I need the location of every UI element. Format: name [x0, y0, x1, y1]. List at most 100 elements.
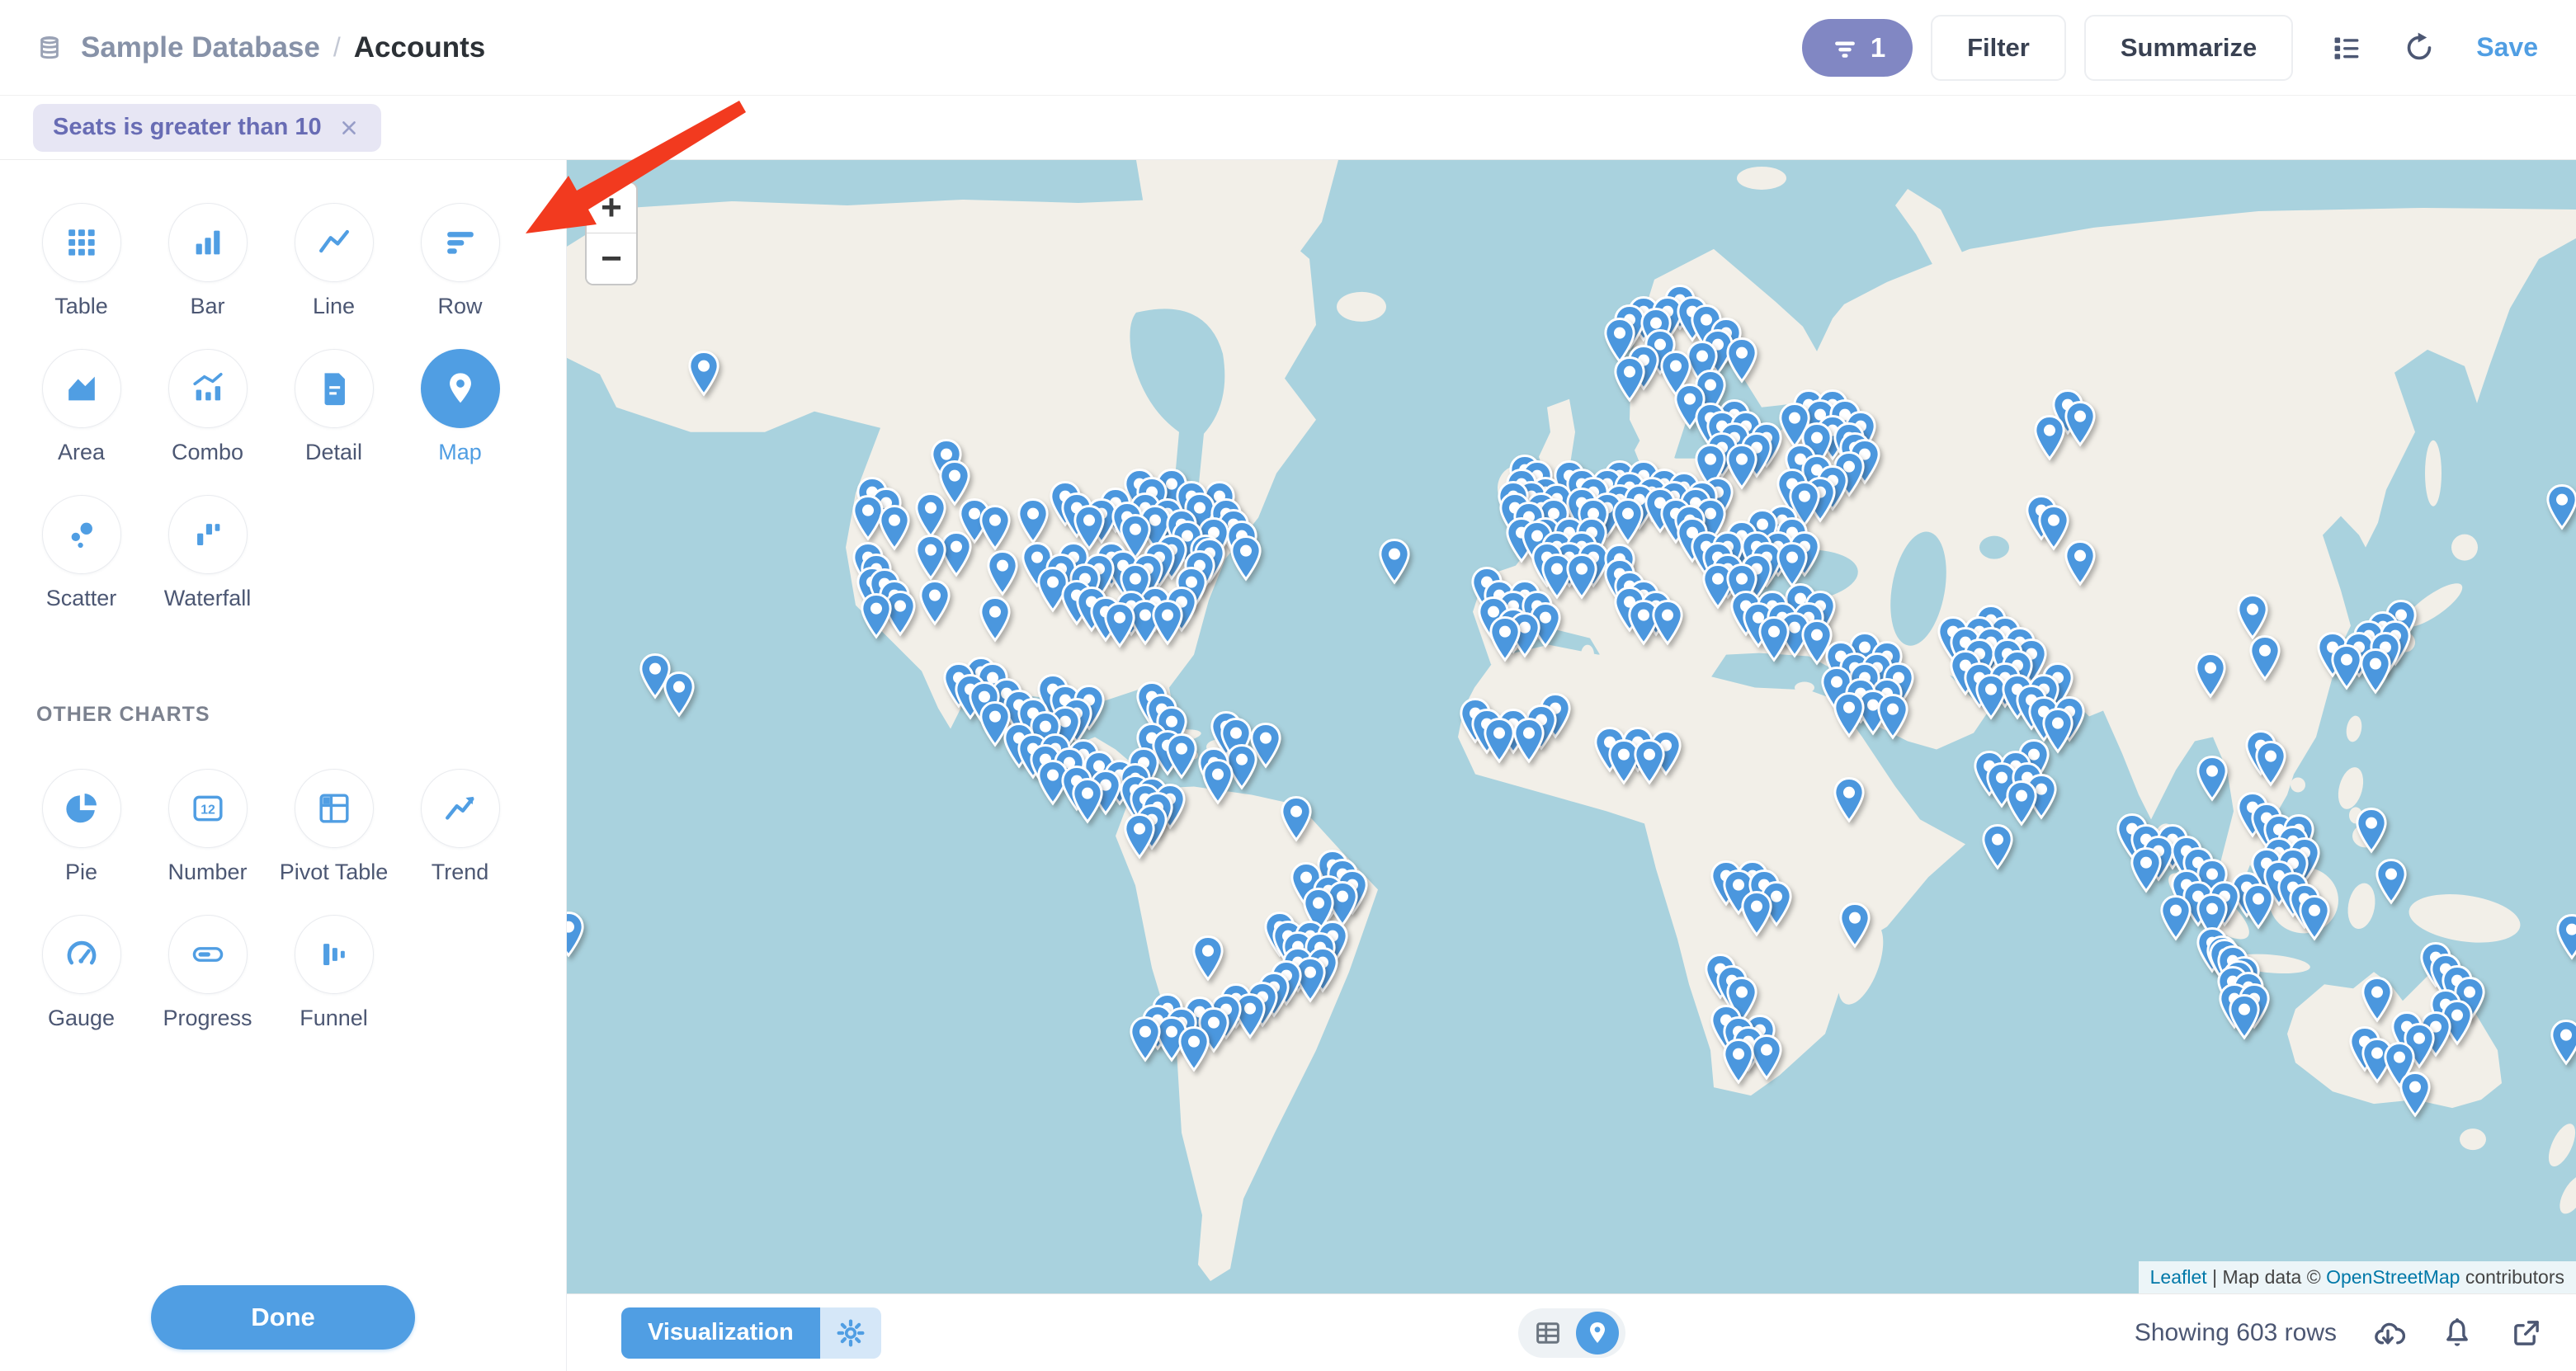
chart-type-table[interactable]: Table — [18, 203, 144, 349]
map-pin[interactable] — [2248, 635, 2282, 681]
map-pin[interactable] — [567, 912, 586, 958]
map-pin[interactable] — [1122, 813, 1157, 859]
map-pin[interactable] — [913, 534, 948, 580]
chart-type-progress[interactable]: Progress — [144, 915, 271, 1061]
map-pin[interactable] — [1070, 778, 1105, 824]
save-button[interactable]: Save — [2476, 32, 2538, 63]
map-pin[interactable] — [985, 550, 1020, 596]
map-pin[interactable] — [1611, 497, 1645, 544]
map-pin[interactable] — [1177, 1026, 1211, 1072]
breadcrumb-table[interactable]: Accounts — [354, 31, 485, 64]
map-pin[interactable] — [1016, 497, 1050, 544]
chart-type-pie[interactable]: Pie — [18, 769, 144, 915]
map-pin[interactable] — [1650, 600, 1685, 646]
map-pin[interactable] — [2358, 648, 2393, 695]
map-pin[interactable] — [2297, 894, 2332, 940]
download-icon[interactable] — [2370, 1315, 2406, 1351]
map-pin[interactable] — [1875, 694, 1910, 740]
map-pin[interactable] — [2227, 994, 2262, 1040]
map-pin[interactable] — [2193, 652, 2228, 698]
map-pin[interactable] — [1721, 1039, 1756, 1085]
map-pin[interactable] — [2253, 740, 2288, 786]
map-pin[interactable] — [2241, 883, 2276, 930]
chart-type-waterfall[interactable]: Waterfall — [144, 495, 271, 641]
visualization-button[interactable]: Visualization — [621, 1307, 820, 1359]
map-pin[interactable] — [1377, 539, 1412, 585]
filter-chip[interactable]: Seats is greater than 10 — [33, 104, 381, 152]
map-pin[interactable] — [978, 505, 1012, 551]
openstreetmap-link[interactable]: OpenStreetMap — [2326, 1266, 2460, 1288]
map-pin[interactable] — [2129, 847, 2163, 893]
map-pin[interactable] — [2004, 780, 2039, 827]
map-pin[interactable] — [1775, 542, 1809, 588]
close-icon[interactable] — [337, 115, 361, 140]
map-pin[interactable] — [2549, 1019, 2576, 1065]
map-pin[interactable] — [918, 579, 952, 625]
zoom-out-button[interactable]: − — [587, 233, 636, 284]
chart-type-line[interactable]: Line — [271, 203, 397, 349]
map-pin[interactable] — [2063, 539, 2097, 586]
map-pin[interactable] — [1724, 337, 1759, 383]
map-view-toggle-icon[interactable] — [1576, 1312, 1619, 1355]
chart-type-gauge[interactable]: Gauge — [18, 915, 144, 1061]
map-pin[interactable] — [1980, 824, 2015, 870]
map-pin[interactable] — [1128, 1015, 1163, 1062]
map-pin[interactable] — [2374, 858, 2409, 904]
map-pin[interactable] — [1838, 902, 1872, 949]
chart-type-combo[interactable]: Combo — [144, 349, 271, 495]
map-pin[interactable] — [1564, 554, 1599, 600]
map-pin[interactable] — [1488, 615, 1522, 662]
alerts-bell-icon[interactable] — [2439, 1315, 2475, 1351]
table-view-toggle-icon[interactable] — [1525, 1310, 1571, 1356]
chart-type-map[interactable]: Map — [397, 349, 523, 495]
map-pin[interactable] — [2555, 914, 2576, 960]
refresh-icon[interactable] — [2400, 29, 2438, 67]
leaflet-map[interactable]: + − Leaflet | Map data © OpenStreetMap c… — [567, 160, 2576, 1293]
done-button[interactable]: Done — [151, 1285, 415, 1350]
map-pin[interactable] — [1612, 356, 1647, 403]
chart-type-number[interactable]: 12Number — [144, 769, 271, 915]
chart-type-detail[interactable]: Detail — [271, 349, 397, 495]
map-pin[interactable] — [1102, 602, 1137, 648]
active-filter-count-badge[interactable]: 1 — [1802, 19, 1913, 77]
notebook-icon[interactable] — [2328, 29, 2366, 67]
map-pin[interactable] — [2235, 594, 2270, 640]
map-pin[interactable] — [1739, 891, 1774, 937]
map-pin[interactable] — [1229, 535, 1263, 582]
map-pin[interactable] — [859, 593, 894, 639]
map-pin[interactable] — [1279, 796, 1314, 842]
map-pin[interactable] — [1832, 776, 1866, 822]
map-pin[interactable] — [1512, 718, 1546, 764]
chart-type-trend[interactable]: Trend — [397, 769, 523, 915]
map-pin[interactable] — [2545, 484, 2576, 530]
map-pin[interactable] — [1150, 600, 1185, 646]
zoom-in-button[interactable]: + — [587, 183, 636, 233]
map-pin[interactable] — [1832, 691, 1866, 737]
filter-button[interactable]: Filter — [1931, 15, 2066, 81]
map-pin[interactable] — [2063, 400, 2097, 446]
sharing-embed-icon[interactable] — [2508, 1315, 2545, 1351]
breadcrumb-database[interactable]: Sample Database — [81, 31, 320, 64]
map-pin[interactable] — [1201, 758, 1235, 804]
map-pin[interactable] — [2032, 415, 2067, 461]
map-pin[interactable] — [978, 596, 1012, 643]
chart-type-scatter[interactable]: Scatter — [18, 495, 144, 641]
leaflet-link[interactable]: Leaflet — [2150, 1266, 2207, 1288]
chart-type-area[interactable]: Area — [18, 349, 144, 495]
map-pin[interactable] — [662, 671, 696, 718]
map-pin[interactable] — [686, 351, 721, 397]
map-pin[interactable] — [2354, 808, 2389, 854]
chart-type-pivot[interactable]: Pivot Table — [271, 769, 397, 915]
visualization-settings-gear-icon[interactable] — [820, 1307, 881, 1359]
map-pin[interactable] — [2195, 755, 2229, 801]
map-pin[interactable] — [2158, 894, 2193, 940]
map-pin[interactable] — [2398, 1072, 2432, 1118]
chart-type-bar[interactable]: Bar — [144, 203, 271, 349]
map-pin[interactable] — [1191, 935, 1225, 982]
chart-type-funnel[interactable]: Funnel — [271, 915, 397, 1061]
map-pin[interactable] — [1164, 733, 1199, 780]
chart-type-row[interactable]: Row — [397, 203, 523, 349]
map-pin[interactable] — [1632, 739, 1667, 785]
map-pin[interactable] — [1757, 615, 1791, 662]
summarize-button[interactable]: Summarize — [2084, 15, 2293, 81]
